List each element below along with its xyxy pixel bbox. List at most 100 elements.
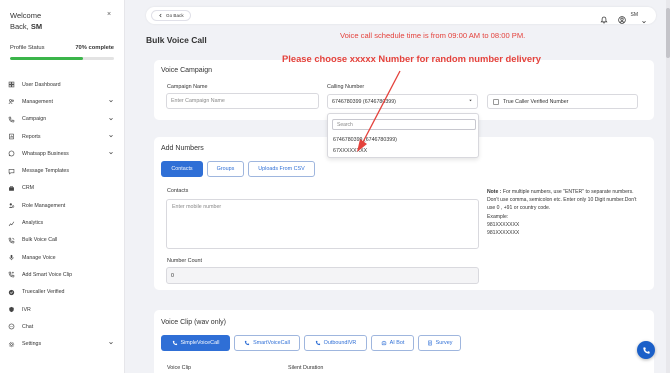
calling-number-dropdown: Search 6746780399 (6746780399) 67XXXXXXX… [327, 113, 479, 158]
sidebar-item-label: Chat [22, 323, 34, 330]
mic-icon [8, 254, 15, 261]
message-icon [8, 168, 15, 175]
users-icon [8, 98, 15, 105]
chevron-down-icon [108, 150, 114, 158]
sidebar-item-bulk-voice-call[interactable]: Bulk Voice Call [8, 232, 118, 249]
example-number: 981XXXXXXX [487, 221, 520, 228]
calling-number-select[interactable]: 6746780399 (6746780399) [327, 94, 478, 109]
voice-campaign-title: Voice Campaign [161, 67, 212, 74]
sidebar-item-manage-voice[interactable]: Manage Voice [8, 249, 118, 266]
note-body: For multiple numbers, use "ENTER" to sep… [487, 189, 637, 212]
number-count-label: Number Count [167, 258, 203, 264]
caret-down-icon [468, 98, 473, 105]
chevron-down-icon[interactable] [641, 12, 647, 30]
voice-campaign-card: Voice Campaign [154, 60, 654, 120]
phone-plus-icon [8, 271, 15, 278]
chevron-down-icon [108, 98, 114, 106]
annotation-text: Please choose xxxxx Number for random nu… [282, 53, 541, 64]
survey-icon [427, 340, 432, 346]
top-header: Go Back SM [146, 7, 656, 24]
page-title: Bulk Voice Call [146, 35, 207, 45]
go-back-label: Go Back [166, 13, 184, 18]
sidebar-item-label: Management [22, 98, 53, 105]
chevron-down-icon [108, 340, 114, 348]
contacts-textarea[interactable]: Enter mobile number [166, 199, 479, 249]
chevron-left-icon [159, 13, 162, 18]
campaign-name-input[interactable]: Enter Campaign Name [166, 93, 319, 109]
user-name[interactable]: SM [631, 12, 639, 18]
phone-icon [244, 340, 250, 346]
simple-voice-call-label: SimpleVoiceCall [180, 340, 220, 346]
outbound-ivr-button[interactable]: OutboundIVR [304, 335, 367, 351]
ivr-icon [8, 306, 15, 313]
floating-call-button[interactable] [637, 341, 655, 359]
sidebar-item-label: CRM [22, 185, 35, 192]
profile-status: Profile Status 70% complete [10, 45, 114, 51]
tab-contacts[interactable]: Contacts [161, 161, 203, 177]
sidebar-item-truecaller-verified[interactable]: Truecaller Verified [8, 284, 118, 301]
dropdown-option[interactable]: 67XXXXXXXX [333, 148, 367, 154]
welcome-line: Welcome [10, 11, 42, 20]
add-numbers-title: Add Numbers [161, 145, 204, 152]
tab-groups[interactable]: Groups [207, 161, 244, 177]
scrollbar-thumb[interactable] [666, 8, 670, 58]
smart-voice-call-label: SmartVoiceCall [253, 340, 290, 346]
sidebar-item-user-dashboard[interactable]: User Dashboard [8, 76, 118, 93]
go-back-button[interactable]: Go Back [151, 10, 191, 21]
phone-icon [172, 340, 177, 346]
smart-voice-call-button[interactable]: SmartVoiceCall [234, 335, 300, 351]
phone-outgoing-icon [315, 340, 320, 346]
role-icon [8, 202, 15, 209]
voice-clip-title: Voice Clip (wav only) [161, 319, 226, 326]
tab-uploads-csv[interactable]: Uploads From CSV [248, 161, 315, 177]
contacts-label: Contacts [167, 188, 189, 194]
silent-duration-label: Silent Duration [288, 365, 324, 371]
bell-icon[interactable] [600, 11, 608, 29]
sidebar-item-label: Message Templates [22, 168, 70, 175]
sidebar-item-add-smart-voice-clip[interactable]: Add Smart Voice Clip [8, 266, 118, 283]
calling-number-label: Calling Number [327, 84, 365, 90]
truecaller-verified-label: True Caller Verified Number [503, 98, 569, 105]
dropdown-option[interactable]: 6746780399 (6746780399) [333, 137, 397, 143]
note-text: Note : For multiple numbers, use "ENTER"… [487, 188, 637, 237]
sidebar-item-label: Manage Voice [22, 254, 56, 261]
sidebar-item-analytics[interactable]: Analytics [8, 214, 118, 231]
profile-status-label: Profile Status [10, 45, 45, 51]
sidebar-item-crm[interactable]: CRM [8, 180, 118, 197]
sidebar-item-management[interactable]: Management [8, 93, 118, 110]
outbound-ivr-label: OutboundIVR [323, 340, 357, 346]
sidebar-item-label: Settings [22, 341, 42, 348]
example-label: Example: [487, 213, 509, 220]
sidebar-item-chat[interactable]: Chat [8, 318, 118, 335]
close-icon[interactable]: × [107, 11, 111, 18]
page-scrollbar[interactable] [666, 0, 670, 373]
simple-voice-call-button[interactable]: SimpleVoiceCall [161, 335, 230, 351]
welcome-message: Welcome Back, SM [10, 11, 42, 32]
bot-icon [381, 340, 386, 346]
sidebar-item-ivr[interactable]: IVR [8, 301, 118, 318]
verified-icon [8, 289, 15, 296]
ai-bot-button[interactable]: AI Bot [371, 335, 414, 351]
survey-button[interactable]: Survey [418, 335, 461, 351]
profile-status-percent: 70% complete [75, 45, 114, 51]
truecaller-verified-checkbox[interactable]: True Caller Verified Number [487, 94, 638, 109]
sidebar-item-label: User Dashboard [22, 81, 61, 88]
sidebar-item-label: Add Smart Voice Clip [22, 271, 73, 278]
sidebar-item-whatsapp-business[interactable]: Whatsapp Business [8, 145, 118, 162]
chevron-down-icon [108, 133, 114, 141]
sidebar-item-campaign[interactable]: Campaign [8, 111, 118, 128]
whatsapp-icon [8, 150, 15, 157]
sidebar-item-reports[interactable]: Reports [8, 128, 118, 145]
calling-number-value: 6746780399 (6746780399) [332, 98, 396, 105]
sidebar: Welcome Back, SM × Profile Status 70% co… [0, 0, 125, 373]
user-avatar-icon[interactable] [618, 11, 626, 29]
checkbox-icon [493, 98, 499, 105]
briefcase-icon [8, 185, 15, 192]
sidebar-item-label: Reports [22, 133, 41, 140]
profile-progress-bar [10, 57, 114, 60]
sidebar-item-role-management[interactable]: Role Management [8, 197, 118, 214]
sidebar-item-message-templates[interactable]: Message Templates [8, 162, 118, 179]
sidebar-item-settings[interactable]: Settings [8, 335, 118, 352]
dropdown-search-input[interactable]: Search [332, 119, 476, 130]
phone-icon [8, 116, 15, 123]
